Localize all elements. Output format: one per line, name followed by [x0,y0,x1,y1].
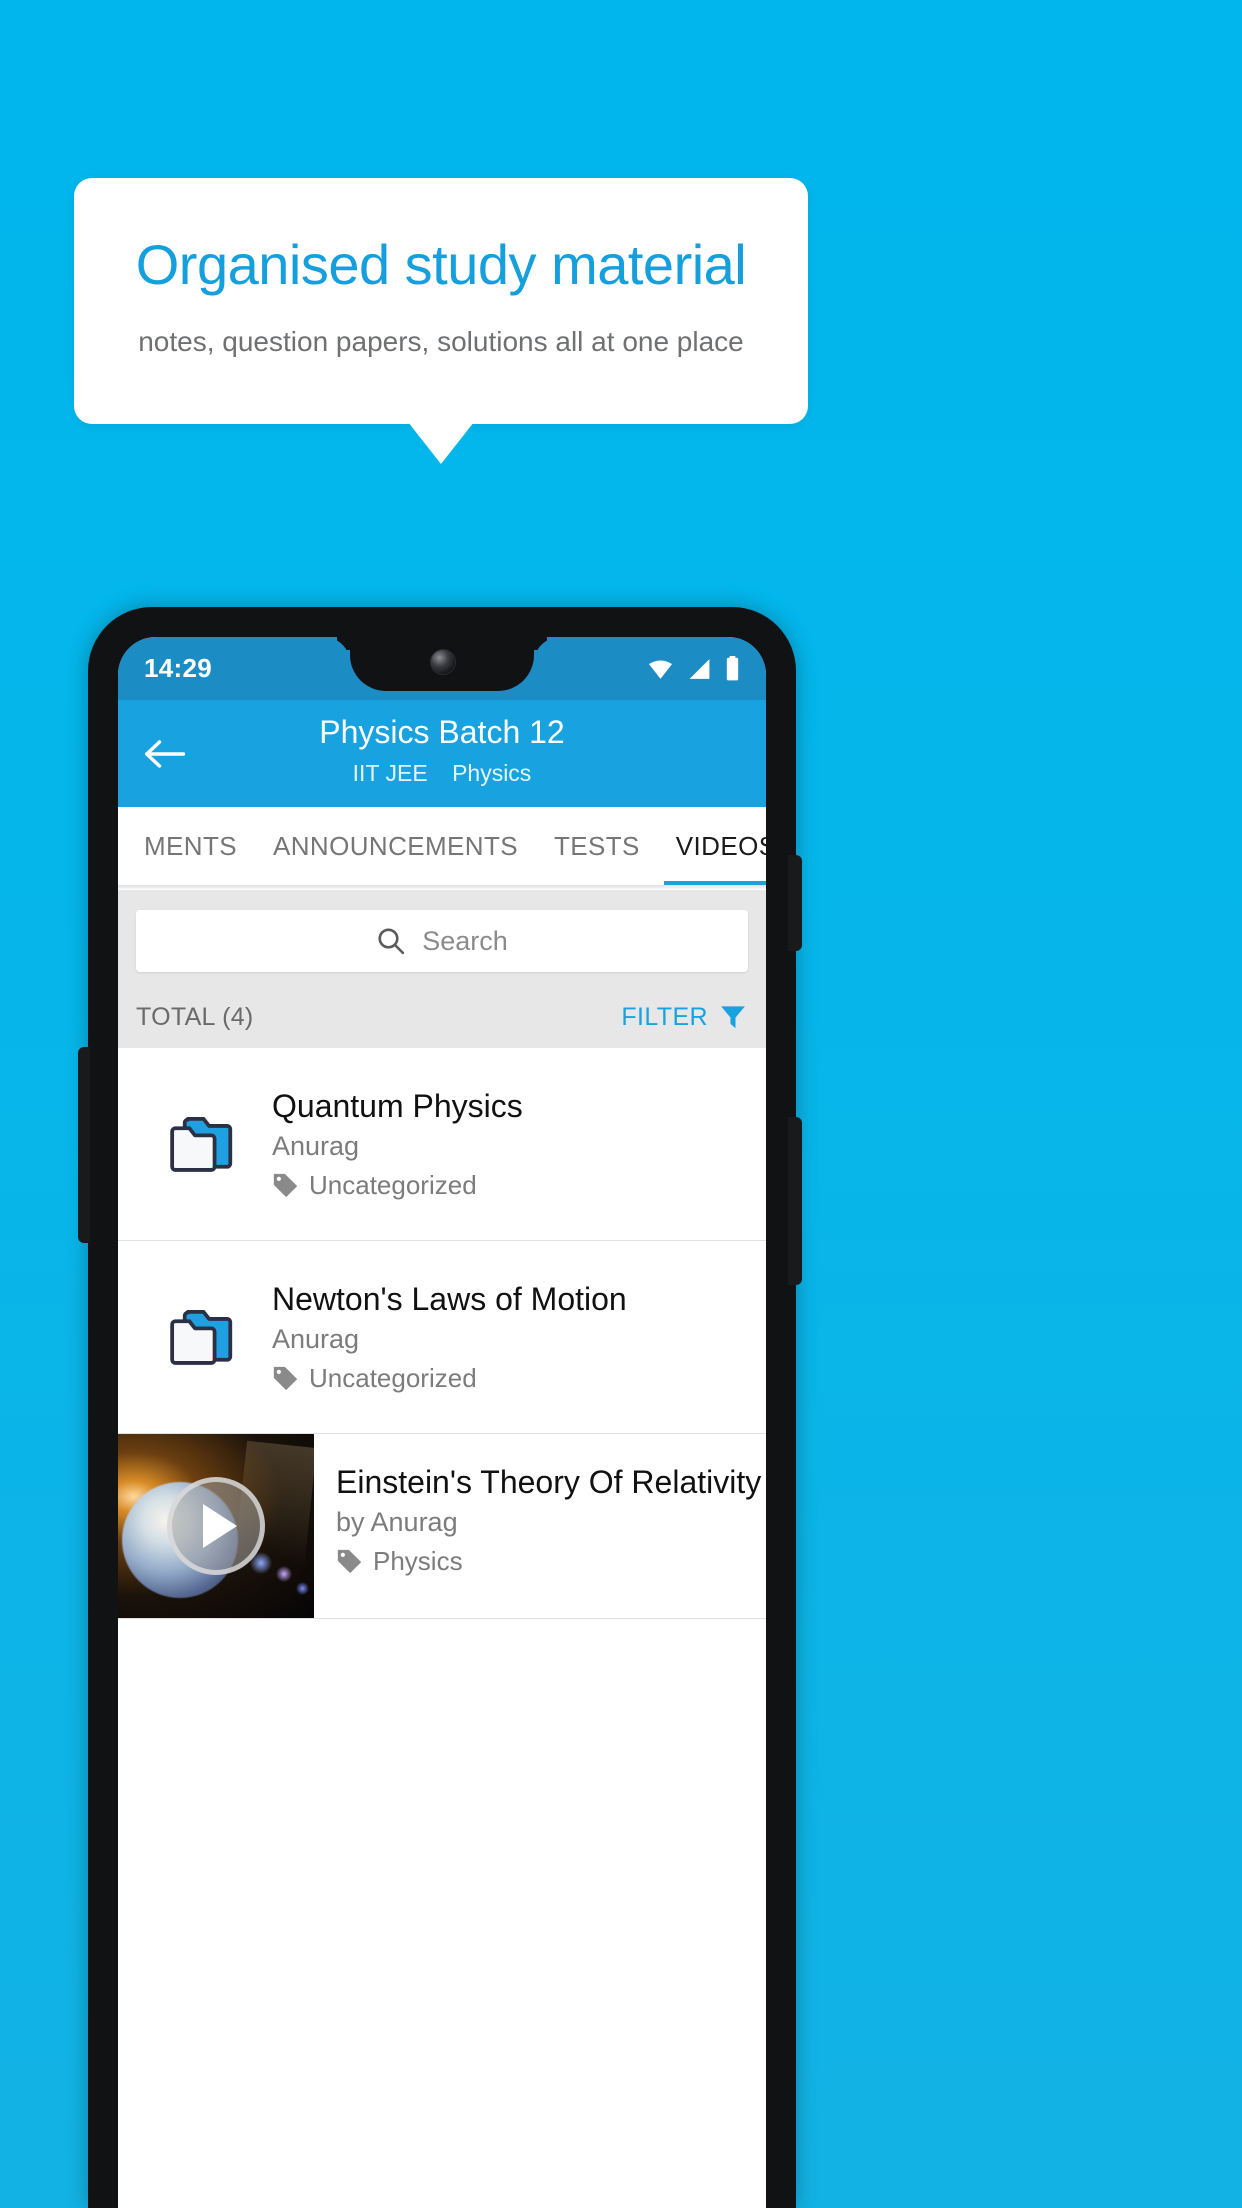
play-triangle [203,1504,237,1548]
power-button[interactable] [788,855,802,951]
promo-card-tail [408,422,474,464]
tag-icon [337,1549,362,1574]
battery-icon [726,656,739,681]
list-item-title: Einstein's Theory Of Relativity [336,1464,762,1500]
breadcrumb: IIT JEE Physics [118,760,766,787]
tab-documents[interactable]: MENTS [126,807,255,885]
list-item-author: Anurag [272,1130,360,1161]
filter-button[interactable]: FILTER [621,1002,748,1032]
phone-screen: 14:29 Physics Batch 12 IIT JEE Physics M… [118,637,766,2208]
tab-bar: MENTS ANNOUNCEMENTS TESTS VIDEOS [118,807,766,885]
video-thumbnail [118,1434,314,1618]
list-item-author: by Anurag [336,1507,458,1537]
list-item-title: Newton's Laws of Motion [272,1280,627,1317]
list-item-tag-label: Physics [373,1546,463,1576]
tab-announcements[interactable]: ANNOUNCEMENTS [255,807,536,885]
list-item[interactable]: Quantum Physics Anurag Uncategorized [118,1048,766,1241]
list-item-text: Newton's Laws of Motion Anurag Uncategor… [266,1281,746,1394]
list-item-author: Anurag [272,1323,360,1354]
list-item-tag: Uncategorized [272,1363,746,1394]
wifi-icon [648,659,673,679]
signal-icon [689,658,710,679]
list-header: TOTAL (4) FILTER [118,986,766,1048]
volume-button[interactable] [788,1117,802,1285]
search-input[interactable]: Search [136,910,748,972]
list-item-text: Einstein's Theory Of Relativity by Anura… [314,1434,766,1618]
folder-icon [138,1304,266,1370]
lens-flare-dot [296,1582,309,1595]
list-item[interactable]: Newton's Laws of Motion Anurag Uncategor… [118,1241,766,1434]
tag-icon [273,1366,298,1390]
list-item-tag-label: Uncategorized [309,1169,477,1200]
folder-icon [138,1111,266,1177]
search-section: Search [118,890,766,986]
filter-label: FILTER [621,1002,708,1031]
funnel-icon [721,1006,745,1029]
search-icon [378,928,405,955]
list-item-tag: Uncategorized [272,1170,746,1201]
app-bar: Physics Batch 12 IIT JEE Physics [118,700,766,807]
status-time: 14:29 [144,653,212,683]
promo-title: Organised study material [135,233,747,296]
front-camera [430,649,456,675]
list-item-text: Quantum Physics Anurag Uncategorized [266,1088,746,1201]
status-bar: 14:29 [118,637,766,700]
total-count-label: TOTAL (4) [136,1002,254,1031]
list-item-tag-label: Uncategorized [309,1362,477,1393]
breadcrumb-subject: Physics [452,760,532,786]
promo-subtitle: notes, question papers, solutions all at… [138,326,744,357]
phone-mockup: 14:29 Physics Batch 12 IIT JEE Physics M… [78,607,802,2208]
side-button-left[interactable] [78,1047,90,1243]
phone-notch [350,637,534,691]
list-item-tag: Physics [336,1546,766,1577]
tab-videos[interactable]: VIDEOS [658,807,766,885]
tag-icon [273,1173,298,1197]
page-title: Physics Batch 12 [319,714,565,750]
status-icons [647,656,740,681]
list-item[interactable]: Einstein's Theory Of Relativity by Anura… [118,1434,766,1619]
breadcrumb-exam: IIT JEE [352,760,428,786]
tab-tests[interactable]: TESTS [536,807,658,885]
play-icon[interactable] [167,1477,265,1575]
promo-card: Organised study material notes, question… [74,178,808,424]
list-item-title: Quantum Physics [272,1087,523,1124]
lens-flare-dot [276,1566,292,1582]
search-placeholder: Search [422,925,508,956]
